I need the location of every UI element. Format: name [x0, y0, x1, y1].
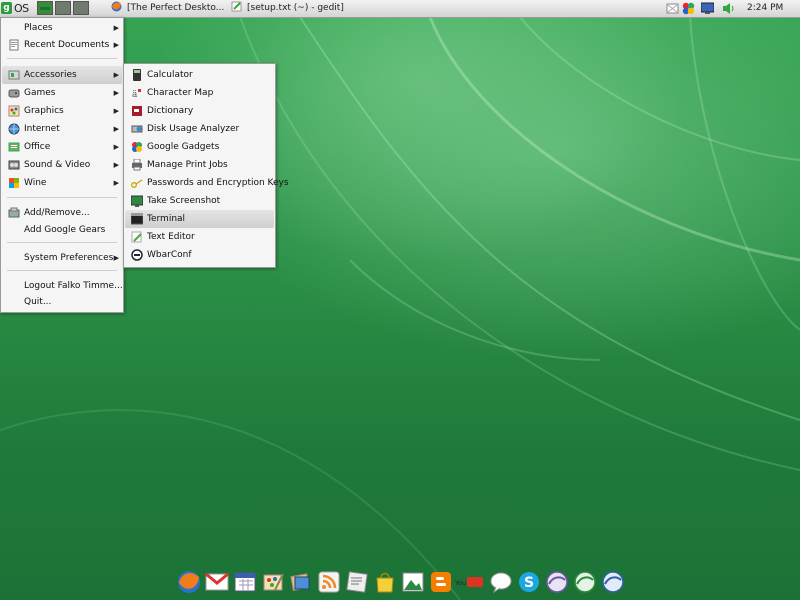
google-gadgets-tray-icon[interactable] — [682, 2, 695, 15]
display-tray-icon[interactable] — [700, 2, 715, 15]
menu-item-google-gadgets[interactable]: Google Gadgets — [125, 138, 274, 156]
menu-item-passwords-keys[interactable]: Passwords and Encryption Keys — [125, 174, 289, 192]
dock: YouTube S — [175, 568, 627, 596]
gallery-icon[interactable] — [289, 570, 313, 594]
accessories-submenu: Calculator ä Character Map Dictionary Di… — [123, 63, 289, 268]
internet-icon — [8, 123, 20, 135]
skype-icon[interactable]: S — [517, 570, 541, 594]
openoffice-calc-icon[interactable] — [573, 570, 597, 594]
menu-item-games[interactable]: Games ▶ — [2, 84, 122, 102]
workspace-2[interactable] — [55, 1, 71, 15]
submenu-arrow-icon: ▶ — [113, 179, 119, 187]
network-status-icon[interactable] — [666, 2, 679, 15]
menu-item-calculator[interactable]: Calculator — [125, 66, 274, 84]
top-panel: g OS [The Perfect Deskto... [setup.txt (… — [0, 0, 800, 18]
youtube-icon[interactable]: YouTube — [454, 570, 485, 594]
printer-icon — [131, 158, 143, 171]
menu-item-quit[interactable]: Quit... — [2, 293, 122, 311]
chat-icon[interactable] — [489, 570, 513, 594]
keys-icon — [131, 177, 143, 189]
menu-item-terminal[interactable]: Terminal — [125, 210, 274, 228]
gedit-icon — [231, 1, 242, 12]
gos-logo-icon: g — [1, 2, 12, 14]
volume-icon[interactable] — [722, 2, 735, 15]
menu-item-character-map[interactable]: ä Character Map — [125, 84, 274, 102]
menu-item-add-remove[interactable]: Add/Remove... — [2, 204, 122, 222]
disk-usage-icon — [131, 123, 143, 135]
dictionary-icon — [131, 105, 143, 117]
menu-item-wine[interactable]: Wine ▶ — [2, 174, 122, 192]
menu-item-places[interactable]: Places ▶ — [2, 19, 122, 37]
graphics-icon — [8, 105, 20, 117]
games-icon — [8, 87, 20, 99]
menu-item-recent-documents[interactable]: Recent Documents ▶ — [2, 36, 122, 54]
calendar-icon[interactable] — [233, 570, 257, 594]
os-label: OS — [14, 2, 29, 15]
clock[interactable]: 2:24 PM — [747, 0, 783, 17]
main-menu-button[interactable]: g OS — [1, 1, 35, 16]
screenshot-icon — [130, 195, 144, 207]
add-remove-icon — [8, 207, 20, 219]
paint-icon[interactable] — [261, 570, 285, 594]
main-menu: Places ▶ Recent Documents ▶ Accessories … — [0, 17, 124, 313]
accessories-icon — [8, 69, 20, 81]
menu-item-dictionary[interactable]: Dictionary — [125, 102, 274, 120]
svg-text:S: S — [524, 575, 534, 591]
submenu-arrow-icon: ▶ — [113, 89, 119, 97]
submenu-arrow-icon: ▶ — [113, 125, 119, 133]
menu-item-internet[interactable]: Internet ▶ — [2, 120, 122, 138]
submenu-arrow-icon: ▶ — [113, 161, 119, 169]
news-icon[interactable] — [345, 570, 369, 594]
character-map-icon: ä — [131, 87, 143, 100]
workspace-3[interactable] — [73, 1, 89, 15]
photos-icon[interactable] — [401, 570, 425, 594]
workspace-1[interactable] — [37, 1, 53, 15]
wine-icon — [8, 177, 20, 189]
task-label: [The Perfect Deskto... — [127, 3, 225, 13]
separator — [7, 58, 117, 59]
submenu-arrow-icon: ▶ — [113, 71, 119, 79]
submenu-arrow-icon: ▶ — [113, 41, 119, 49]
recent-documents-icon — [8, 39, 20, 51]
firefox-icon — [111, 1, 122, 12]
menu-item-accessories[interactable]: Accessories ▶ — [2, 66, 122, 84]
separator — [7, 197, 117, 198]
separator — [7, 242, 117, 243]
menu-item-system-preferences[interactable]: System Preferences ▶ — [2, 249, 122, 267]
task-label: [setup.txt (~) - gedit] — [247, 3, 344, 13]
wbarconf-icon — [131, 249, 143, 261]
taskbar-gedit[interactable]: [setup.txt (~) - gedit] — [231, 1, 344, 16]
taskbar-firefox[interactable]: [The Perfect Deskto... — [111, 1, 224, 16]
submenu-arrow-icon: ▶ — [113, 143, 119, 151]
menu-item-add-google-gears[interactable]: Add Google Gears — [2, 221, 122, 239]
menu-item-manage-print-jobs[interactable]: Manage Print Jobs — [125, 156, 274, 174]
menu-item-graphics[interactable]: Graphics ▶ — [2, 102, 122, 120]
openoffice-writer-icon[interactable] — [545, 570, 569, 594]
menu-item-take-screenshot[interactable]: Take Screenshot — [125, 192, 274, 210]
separator — [7, 270, 117, 271]
sound-video-icon — [8, 159, 20, 171]
google-gadgets-icon — [131, 141, 143, 153]
menu-item-text-editor[interactable]: Text Editor — [125, 228, 274, 246]
submenu-arrow-icon: ▶ — [113, 24, 119, 32]
submenu-arrow-icon: ▶ — [113, 107, 119, 115]
calculator-icon — [131, 69, 143, 81]
office-icon — [8, 141, 20, 153]
menu-item-wbarconf[interactable]: WbarConf — [125, 246, 274, 264]
blogger-icon[interactable] — [429, 570, 453, 594]
svg-text:ä: ä — [132, 90, 138, 99]
terminal-icon — [130, 213, 144, 225]
submenu-arrow-icon: ▶ — [113, 254, 119, 262]
menu-item-sound-video[interactable]: Sound & Video ▶ — [2, 156, 122, 174]
shopping-bag-icon[interactable] — [373, 570, 397, 594]
menu-item-disk-usage-analyzer[interactable]: Disk Usage Analyzer — [125, 120, 274, 138]
text-editor-icon — [131, 231, 143, 243]
menu-item-office[interactable]: Office ▶ — [2, 138, 122, 156]
openoffice-impress-icon[interactable] — [601, 570, 625, 594]
rss-icon[interactable] — [317, 570, 341, 594]
gmail-icon[interactable] — [205, 570, 229, 594]
firefox-icon[interactable] — [177, 570, 201, 594]
